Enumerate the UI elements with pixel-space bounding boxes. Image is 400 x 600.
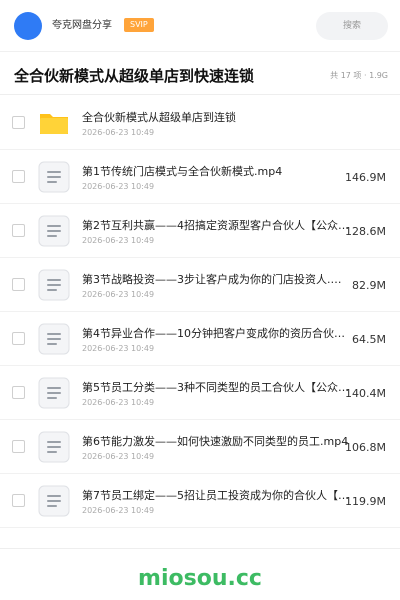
select-checkbox[interactable] xyxy=(12,170,25,183)
file-date: 2026-06-23 10:49 xyxy=(82,128,155,137)
document-icon xyxy=(38,323,70,355)
share-meta: 共 17 项 · 1.9G xyxy=(330,71,388,80)
divider xyxy=(0,94,400,95)
folder-row[interactable]: 全合伙新模式从超级单店到连锁 2026-06-23 10:49 xyxy=(0,96,400,150)
document-icon xyxy=(38,215,70,247)
file-row[interactable]: 第4节异业合作——10分钟把客户变成你的资历合伙人··· 2026-06-23 1… xyxy=(0,312,400,366)
file-row[interactable]: 第7节员工绑定——5招让员工投资成为你的合伙人【公· 2026-06-23 10:… xyxy=(0,474,400,528)
file-date: 2026-06-23 10:49 xyxy=(82,182,155,191)
file-size: 82.9M xyxy=(352,279,386,292)
share-title: 全合伙新模式从超级单店到快速连锁 xyxy=(14,67,255,85)
file-size: 106.8M xyxy=(345,441,386,454)
file-size: 128.6M xyxy=(345,225,386,238)
file-date: 2026-06-23 10:49 xyxy=(82,506,155,515)
file-name[interactable]: 第3节战略投资——3步让客户成为你的门店投资人.m··· xyxy=(82,272,350,288)
avatar[interactable] xyxy=(14,12,42,40)
svip-badge: SVIP xyxy=(124,18,154,32)
file-row[interactable]: 第2节互利共赢——4招搞定资源型客户合伙人【公众号· 2026-06-23 10:… xyxy=(0,204,400,258)
select-checkbox[interactable] xyxy=(12,440,25,453)
file-size: 64.5M xyxy=(352,333,386,346)
file-name[interactable]: 第1节传统门店模式与全合伙新模式.mp4 xyxy=(82,164,350,180)
search-button[interactable]: 搜索 xyxy=(316,12,388,40)
watermark: miosou.cc xyxy=(138,566,262,591)
select-checkbox[interactable] xyxy=(12,116,25,129)
file-row[interactable]: 第3节战略投资——3步让客户成为你的门店投资人.m··· 2026-06-23 1… xyxy=(0,258,400,312)
document-icon xyxy=(38,431,70,463)
file-name[interactable]: 第5节员工分类——3种不同类型的员工合伙人【公众号· xyxy=(82,380,350,396)
select-checkbox[interactable] xyxy=(12,224,25,237)
file-row[interactable]: 第1节传统门店模式与全合伙新模式.mp4 2026-06-23 10:49 146.… xyxy=(0,150,400,204)
file-name[interactable]: 第7节员工绑定——5招让员工投资成为你的合伙人【公· xyxy=(82,488,350,504)
file-date: 2026-06-23 10:49 xyxy=(82,236,155,245)
file-row[interactable]: 第6节能力激发——如何快速激励不同类型的员工.mp4 2026-06-23 10:… xyxy=(0,420,400,474)
file-name[interactable]: 第4节异业合作——10分钟把客户变成你的资历合伙人··· xyxy=(82,326,350,342)
owner-name[interactable]: 夸克网盘分享 xyxy=(52,19,112,33)
file-name[interactable]: 第2节互利共赢——4招搞定资源型客户合伙人【公众号· xyxy=(82,218,350,234)
file-name[interactable]: 全合伙新模式从超级单店到连锁 xyxy=(82,110,350,126)
share-header: 夸克网盘分享 SVIP 搜索 xyxy=(0,0,400,52)
document-icon xyxy=(38,377,70,409)
document-icon xyxy=(38,269,70,301)
select-checkbox[interactable] xyxy=(12,386,25,399)
file-size: 119.9M xyxy=(345,495,386,508)
file-size: 140.4M xyxy=(345,387,386,400)
file-date: 2026-06-23 10:49 xyxy=(82,344,155,353)
file-size: 146.9M xyxy=(345,171,386,184)
file-name[interactable]: 第6节能力激发——如何快速激励不同类型的员工.mp4 xyxy=(82,434,350,450)
folder-icon xyxy=(38,107,70,139)
select-checkbox[interactable] xyxy=(12,278,25,291)
divider xyxy=(0,548,400,549)
document-icon xyxy=(38,161,70,193)
document-icon xyxy=(38,485,70,517)
file-date: 2026-06-23 10:49 xyxy=(82,398,155,407)
select-checkbox[interactable] xyxy=(12,332,25,345)
file-date: 2026-06-23 10:49 xyxy=(82,452,155,461)
file-list: 全合伙新模式从超级单店到连锁 2026-06-23 10:49 第1节传统门店模式与… xyxy=(0,96,400,528)
file-row[interactable]: 第5节员工分类——3种不同类型的员工合伙人【公众号· 2026-06-23 10:… xyxy=(0,366,400,420)
file-date: 2026-06-23 10:49 xyxy=(82,290,155,299)
select-checkbox[interactable] xyxy=(12,494,25,507)
